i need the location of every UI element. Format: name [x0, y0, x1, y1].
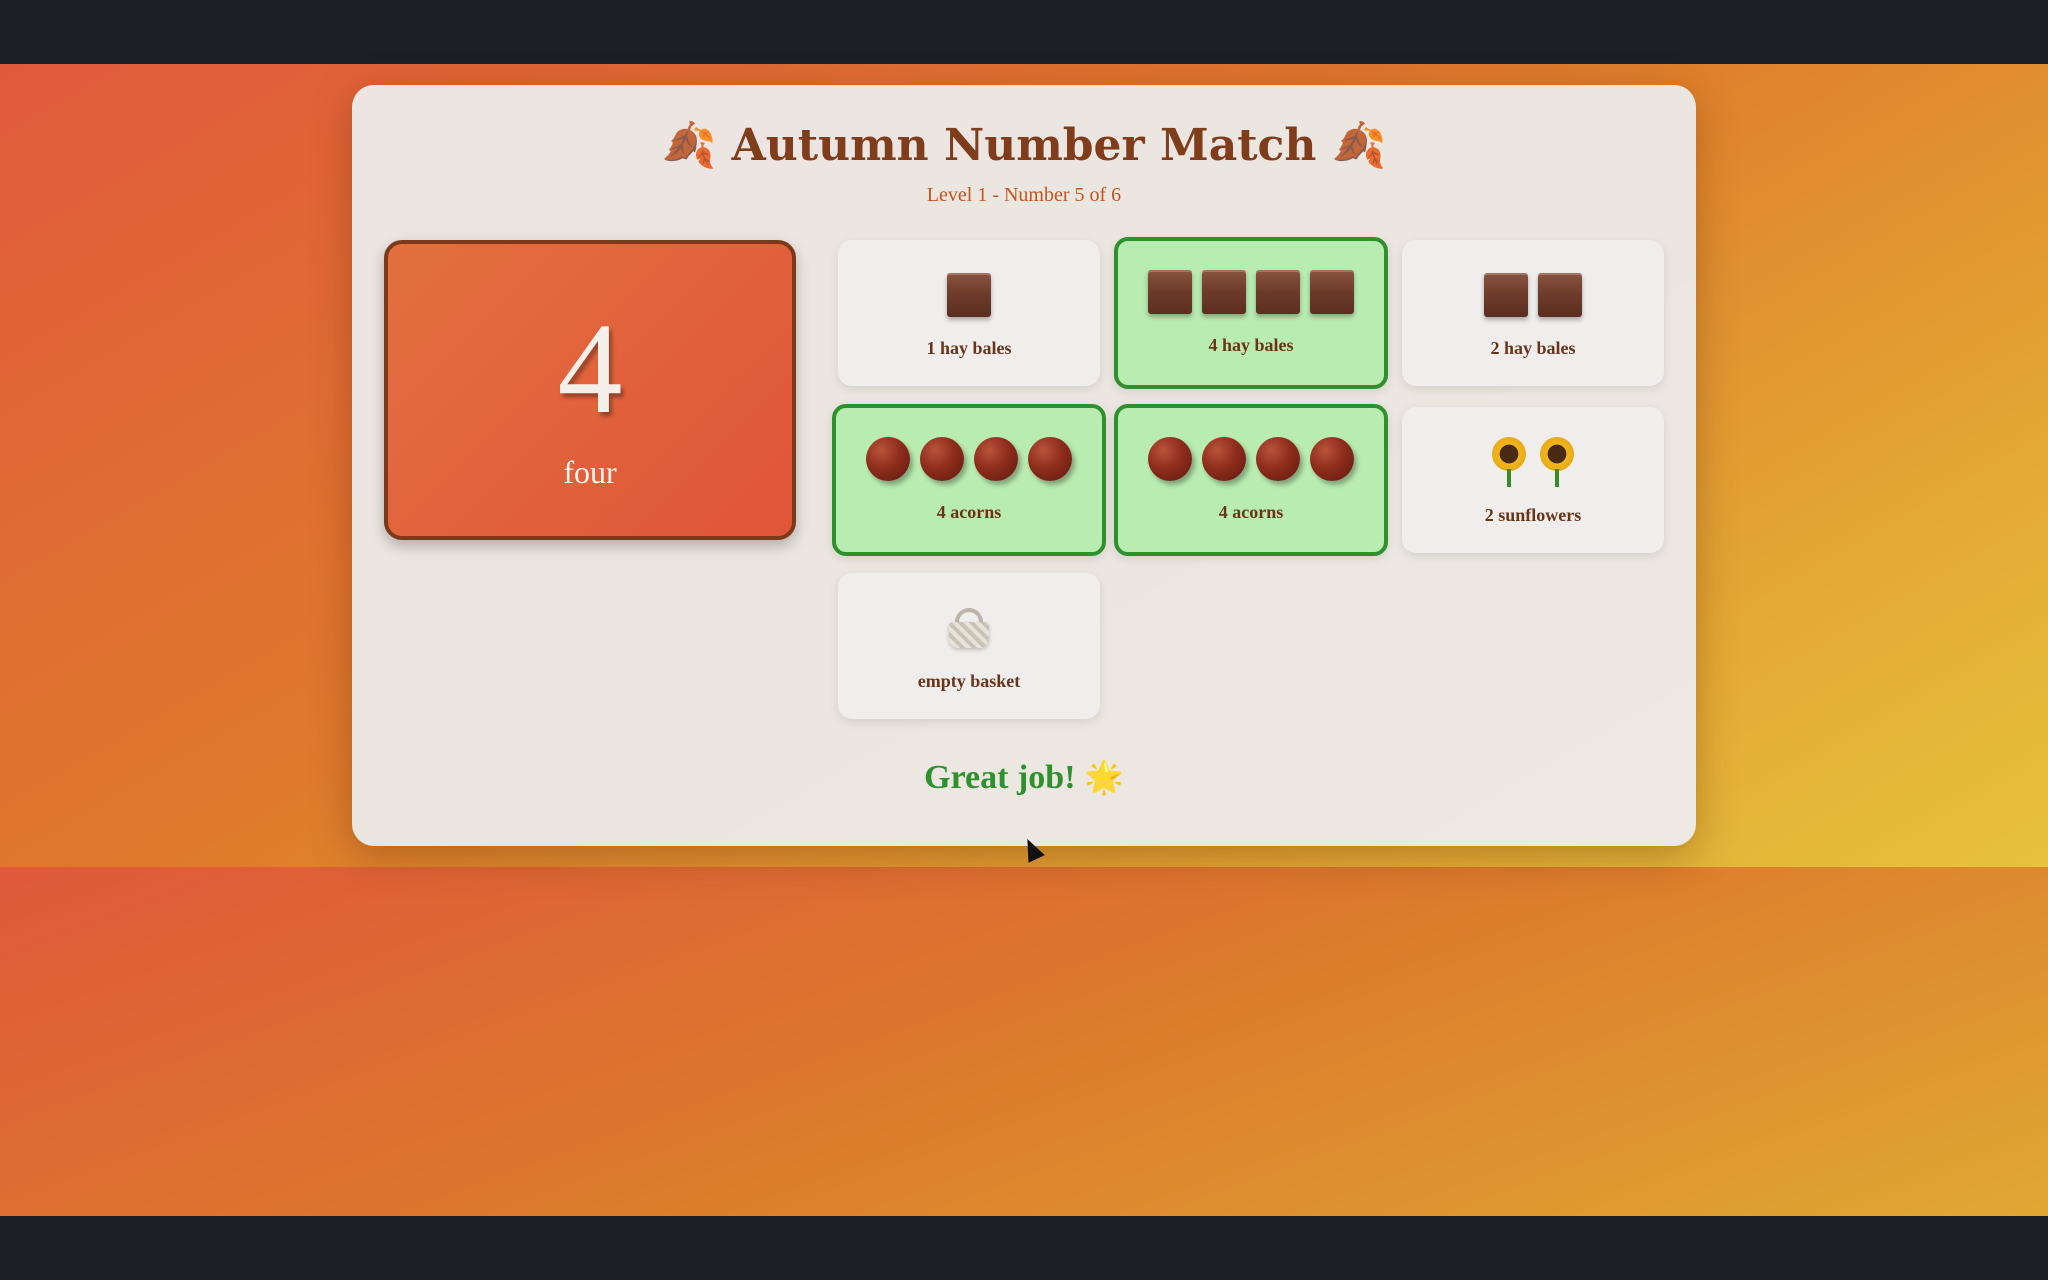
feedback-message-row: Great job! 🌟: [352, 758, 1696, 797]
choice-card-acorns-4a[interactable]: 4 acorns: [832, 404, 1106, 556]
hay-bale-icon: [1484, 273, 1528, 317]
game-panel: 🍂 Autumn Number Match 🍂 Level 1 - Number…: [352, 85, 1696, 846]
acorn-icon: [1256, 437, 1302, 483]
card-icons: [1118, 267, 1384, 317]
acorn-icon: [1148, 437, 1194, 483]
card-label: 2 hay bales: [1490, 338, 1576, 358]
target-number: 4: [557, 297, 623, 441]
hay-bale-icon: [1202, 270, 1246, 314]
choice-card-acorns-4b[interactable]: 4 acorns: [1114, 404, 1388, 556]
acorn-icon: [1310, 437, 1356, 483]
top-bar: [0, 0, 2048, 64]
game-title: Autumn Number Match: [731, 120, 1317, 171]
choice-card-empty-basket[interactable]: empty basket: [838, 573, 1100, 719]
target-number-word: four: [563, 454, 617, 490]
card-icons: [836, 434, 1102, 484]
choice-card-hay-2[interactable]: 2 hay bales: [1402, 240, 1664, 386]
hay-bale-icon: [1310, 270, 1354, 314]
card-label: 4 acorns: [1218, 502, 1284, 522]
basket-icon: [947, 608, 991, 648]
choice-card-hay-1[interactable]: 1 hay bales: [838, 240, 1100, 386]
card-icons: [838, 603, 1100, 653]
star-icon: 🌟: [1084, 759, 1124, 795]
bottom-bar: [0, 1216, 2048, 1280]
card-icons: [1402, 437, 1664, 487]
acorn-icon: [866, 437, 912, 483]
card-label: 4 hay bales: [1208, 335, 1294, 355]
falling-leaf-icon: 🍂: [661, 120, 717, 171]
acorn-icon: [1028, 437, 1074, 483]
card-label: empty basket: [917, 671, 1021, 691]
sunflower-icon: [1538, 437, 1576, 487]
card-icons: [838, 270, 1100, 320]
hay-bale-icon: [1148, 270, 1192, 314]
lower-background: [0, 867, 2048, 1216]
card-icons: [1118, 434, 1384, 484]
acorn-icon: [920, 437, 966, 483]
falling-leaf-icon: 🍂: [1331, 120, 1387, 171]
feedback-message: Great job!: [924, 759, 1076, 796]
hay-bale-icon: [947, 273, 991, 317]
choice-card-hay-4[interactable]: 4 hay bales: [1114, 237, 1388, 389]
hay-bale-icon: [1538, 273, 1582, 317]
target-number-card: 4 four: [384, 240, 796, 540]
choice-card-sunflowers-2[interactable]: 2 sunflowers: [1402, 407, 1664, 553]
sunflower-icon: [1490, 437, 1528, 487]
card-icons: [1402, 270, 1664, 320]
card-label: 4 acorns: [936, 502, 1002, 522]
hay-bale-icon: [1256, 270, 1300, 314]
acorn-icon: [1202, 437, 1248, 483]
game-title-row: 🍂 Autumn Number Match 🍂: [352, 119, 1696, 171]
acorn-icon: [974, 437, 1020, 483]
card-label: 2 sunflowers: [1484, 505, 1582, 525]
level-progress: Level 1 - Number 5 of 6: [926, 184, 1122, 206]
card-label: 1 hay bales: [926, 338, 1012, 358]
